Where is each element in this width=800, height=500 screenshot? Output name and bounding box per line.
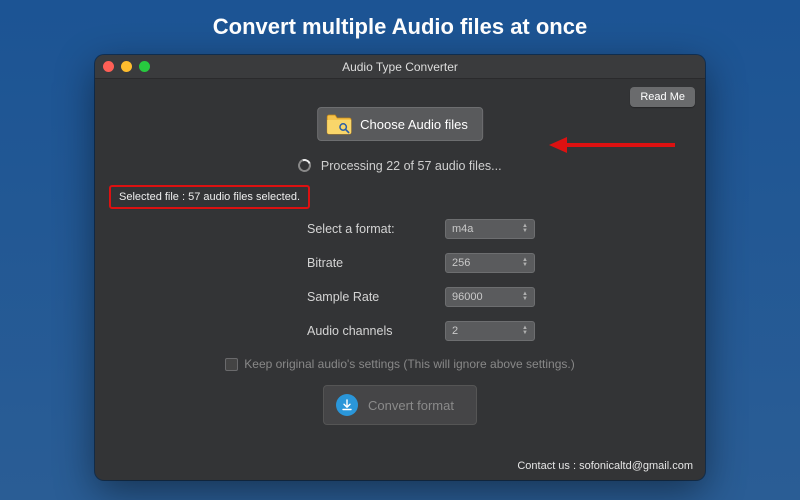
- chevron-updown-icon: ▲▼: [522, 258, 528, 268]
- chevron-updown-icon: ▲▼: [522, 292, 528, 302]
- titlebar: Audio Type Converter: [95, 55, 705, 79]
- traffic-lights: [103, 61, 150, 72]
- maximize-window-button[interactable]: [139, 61, 150, 72]
- format-label: Select a format:: [307, 222, 427, 236]
- format-value: m4a: [452, 223, 473, 235]
- spinner-icon: [298, 159, 311, 172]
- processing-status: Processing 22 of 57 audio files...: [95, 159, 705, 173]
- convert-format-label: Convert format: [368, 398, 454, 413]
- contact-email: sofonicaltd@gmail.com: [579, 460, 693, 472]
- samplerate-select[interactable]: 96000 ▲▼: [445, 287, 535, 307]
- window-title: Audio Type Converter: [95, 60, 705, 74]
- convert-format-button[interactable]: Convert format: [323, 385, 477, 425]
- contact-prefix: Contact us :: [517, 460, 579, 472]
- contact-footer: Contact us : sofonicaltd@gmail.com: [517, 460, 693, 472]
- selected-file-highlight: Selected file : 57 audio files selected.: [109, 185, 310, 209]
- download-icon: [336, 394, 358, 416]
- page-banner: Convert multiple Audio files at once: [0, 0, 800, 50]
- bitrate-value: 256: [452, 257, 470, 269]
- app-window: Audio Type Converter Read Me Choose Audi…: [95, 55, 705, 480]
- chevron-updown-icon: ▲▼: [522, 326, 528, 336]
- choose-audio-files-label: Choose Audio files: [360, 117, 468, 132]
- close-window-button[interactable]: [103, 61, 114, 72]
- channels-label: Audio channels: [307, 324, 427, 338]
- format-select[interactable]: m4a ▲▼: [445, 219, 535, 239]
- keep-original-checkbox[interactable]: [225, 358, 238, 371]
- choose-audio-files-button[interactable]: Choose Audio files: [317, 107, 483, 141]
- selected-file-text: Selected file : 57 audio files selected.: [119, 191, 300, 203]
- bitrate-label: Bitrate: [307, 256, 427, 270]
- keep-original-settings-row: Keep original audio's settings (This wil…: [95, 357, 705, 371]
- keep-original-label: Keep original audio's settings (This wil…: [244, 357, 574, 371]
- minimize-window-button[interactable]: [121, 61, 132, 72]
- window-body: Read Me Choose Audio files Processing 22…: [95, 79, 705, 480]
- settings-form: Select a format: m4a ▲▼ Bitrate 256 ▲▼ S…: [95, 219, 705, 341]
- read-me-button[interactable]: Read Me: [630, 87, 695, 107]
- samplerate-label: Sample Rate: [307, 290, 427, 304]
- processing-text: Processing 22 of 57 audio files...: [321, 159, 502, 173]
- folder-search-icon: [326, 113, 352, 135]
- chevron-updown-icon: ▲▼: [522, 224, 528, 234]
- samplerate-value: 96000: [452, 291, 483, 303]
- bitrate-select[interactable]: 256 ▲▼: [445, 253, 535, 273]
- channels-value: 2: [452, 325, 458, 337]
- channels-select[interactable]: 2 ▲▼: [445, 321, 535, 341]
